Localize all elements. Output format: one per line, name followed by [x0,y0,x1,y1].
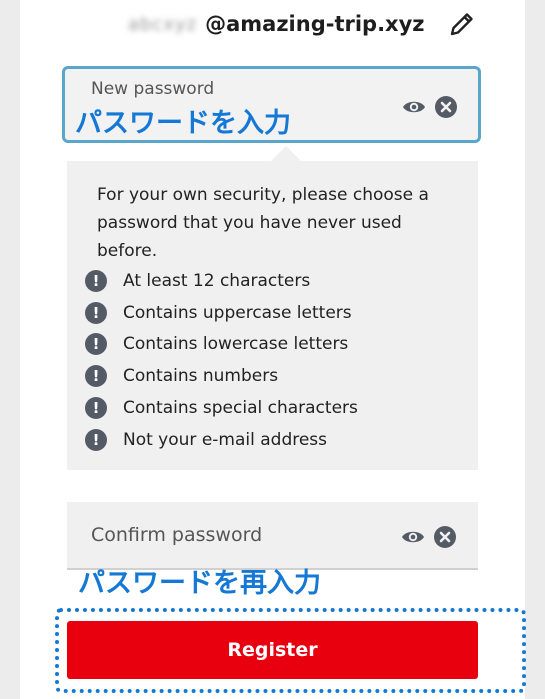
requirements-list: ! At least 12 characters ! Contains uppe… [85,265,358,456]
exclamation-circle-icon: ! [85,397,107,420]
requirement-item: ! Contains special characters [85,392,358,424]
requirement-text: Not your e-mail address [123,429,328,450]
exclamation-circle-icon: ! [85,301,107,324]
requirement-item: ! Not your e-mail address [85,424,358,456]
show-confirm-password-button[interactable] [400,524,426,550]
requirement-text: Contains special characters [123,398,358,419]
eye-icon [402,531,424,543]
pencil-icon [450,13,473,36]
edit-email-button[interactable] [446,8,478,40]
clear-password-button[interactable] [433,94,459,120]
requirement-item: ! Contains numbers [85,360,358,392]
requirement-text: Contains uppercase letters [123,302,352,323]
exclamation-circle-icon: ! [85,269,107,292]
confirm-password-label: Confirm password [91,524,263,546]
clear-icon [435,96,457,118]
eye-icon [403,101,425,113]
requirement-item: ! At least 12 characters [85,265,358,297]
email-display: abcxyz @amazing-trip.xyz [128,10,425,38]
new-password-field[interactable]: New password パスワードを入力 [62,66,481,143]
new-password-label: New password [91,79,215,99]
requirement-item: ! Contains lowercase letters [85,329,358,361]
requirement-text: Contains lowercase letters [123,334,349,355]
register-button[interactable]: Register [67,621,478,679]
requirement-item: ! Contains uppercase letters [85,297,358,329]
exclamation-circle-icon: ! [85,428,107,451]
exclamation-circle-icon: ! [85,333,107,356]
show-password-button[interactable] [401,94,427,120]
email-domain: @amazing-trip.xyz [205,12,425,36]
password-requirements: For your own security, please choose a p… [67,161,478,470]
confirm-password-field[interactable]: Confirm password [67,502,478,570]
exclamation-circle-icon: ! [85,365,107,388]
confirm-password-annotation: パスワードを再入力 [78,568,321,599]
email-local-part: abcxyz [128,13,198,35]
requirements-pointer [270,146,302,162]
clear-icon [434,526,456,548]
registration-card: abcxyz @amazing-trip.xyz New password パス… [20,0,526,699]
requirements-intro: For your own security, please choose a p… [97,185,429,261]
requirement-text: Contains numbers [123,366,279,387]
new-password-annotation: パスワードを入力 [75,108,291,139]
clear-confirm-password-button[interactable] [432,524,458,550]
requirement-text: At least 12 characters [123,270,311,291]
